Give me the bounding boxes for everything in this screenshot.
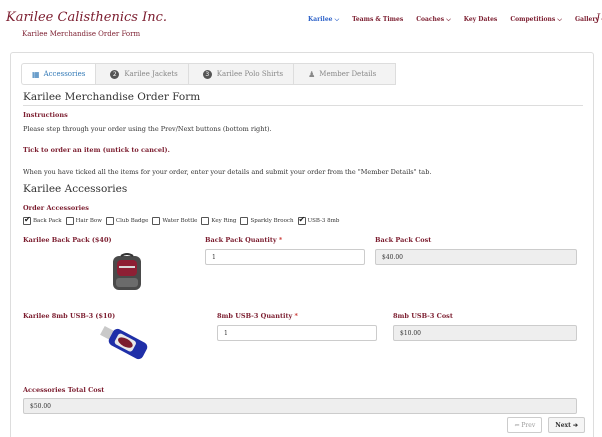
required-mark: *	[278, 236, 283, 244]
checkbox-back-pack[interactable]: Back Pack	[23, 215, 62, 225]
backpack-qty-label: Back Pack Quantity *	[205, 236, 283, 244]
checkbox-unchecked[interactable]	[65, 217, 74, 225]
checkbox-checked[interactable]	[297, 215, 306, 225]
nav-item-teams-times[interactable]: Teams & Times	[352, 16, 403, 24]
accessory-checkboxes: Back Pack Hair Bow Club Badge Water Bott…	[23, 215, 339, 225]
submit-instruction: When you have ticked all the items for y…	[23, 168, 432, 176]
accessories-heading: Karilee Accessories	[23, 183, 128, 195]
page-subtitle: Karilee Merchandise Order Form	[22, 30, 141, 38]
order-accessories-label: Order Accessories	[23, 204, 89, 212]
checkbox-sparkly-brooch[interactable]: Sparkly Brooch	[240, 217, 294, 225]
checkbox-water-bottle[interactable]: Water Bottle	[152, 217, 197, 225]
checkbox-usb-3-8mb[interactable]: USB-3 8mb	[297, 215, 339, 225]
nav-item-cut-off[interactable]: J	[596, 13, 600, 24]
wizard-pager: ⇐ Prev Next ➔	[507, 417, 585, 433]
usb-cost-label: 8mb USB-3 Cost	[393, 312, 453, 320]
total-cost-label: Accessories Total Cost	[23, 386, 105, 394]
main-nav: Karilee ⌵ Teams & Times Coaches ⌵ Key Da…	[308, 16, 602, 24]
checkbox-checked[interactable]	[23, 215, 31, 225]
backpack-image	[113, 253, 141, 290]
user-icon: ♟	[308, 69, 316, 79]
usb-drive-image	[100, 325, 148, 360]
prev-button[interactable]: ⇐ Prev	[507, 417, 543, 433]
wizard-tabs: ▦ Accessories 2 Karilee Jackets 3 Karile…	[21, 63, 397, 85]
step-number-badge: 3	[202, 69, 212, 79]
checkbox-unchecked[interactable]	[105, 217, 114, 225]
backpack-cost-label: Back Pack Cost	[375, 236, 432, 244]
instructions-text: Please step through your order using the…	[23, 125, 272, 133]
checkbox-unchecked[interactable]	[152, 217, 161, 225]
brand-title[interactable]: Karilee Calisthenics Inc.	[6, 10, 167, 25]
tick-instruction: Tick to order an item (untick to cancel)…	[23, 146, 170, 154]
order-form-panel: ▦ Accessories 2 Karilee Jackets 3 Karile…	[10, 52, 594, 437]
backpack-title: Karilee Back Pack ($40)	[23, 236, 112, 244]
tab-accessories[interactable]: ▦ Accessories	[21, 63, 96, 85]
chevron-down-icon: ⌵	[334, 16, 340, 23]
checkbox-key-ring[interactable]: Key Ring	[201, 217, 236, 225]
usb-cost-field: $10.00	[393, 325, 577, 341]
required-mark: *	[294, 312, 298, 320]
chevron-down-icon: ⌵	[446, 16, 451, 23]
chevron-down-icon: ⌵	[557, 16, 562, 23]
checkbox-club-badge[interactable]: Club Badge	[105, 217, 148, 225]
tab-karilee-polo-shirts[interactable]: 3 Karilee Polo Shirts	[187, 63, 294, 85]
instructions-label: Instructions	[23, 111, 68, 119]
usb-quantity-input[interactable]: 1	[217, 325, 377, 341]
backpack-quantity-input[interactable]: 1	[205, 249, 365, 265]
checkbox-hair-bow[interactable]: Hair Bow	[65, 217, 102, 225]
backpack-cost-field: $40.00	[375, 249, 577, 265]
form-heading: Karilee Merchandise Order Form	[23, 91, 583, 106]
nav-item-coaches[interactable]: Coaches ⌵	[416, 16, 451, 24]
tab-arrow-end	[386, 63, 397, 85]
nav-item-competitions[interactable]: Competitions ⌵	[510, 16, 562, 24]
nav-item-key-dates[interactable]: Key Dates	[464, 16, 498, 24]
grid-icon: ▦	[32, 69, 40, 79]
nav-item-karilee[interactable]: Karilee ⌵	[308, 16, 339, 24]
step-number-badge: 2	[110, 69, 120, 79]
tab-member-details[interactable]: ♟ Member Details	[293, 63, 387, 85]
total-cost-field: $50.00	[23, 398, 577, 414]
tab-karilee-jackets[interactable]: 2 Karilee Jackets	[95, 63, 188, 85]
checkbox-unchecked[interactable]	[201, 217, 210, 225]
usb-qty-label: 8mb USB-3 Quantity *	[217, 312, 298, 320]
checkbox-unchecked[interactable]	[240, 217, 249, 225]
next-button[interactable]: Next ➔	[548, 417, 585, 433]
